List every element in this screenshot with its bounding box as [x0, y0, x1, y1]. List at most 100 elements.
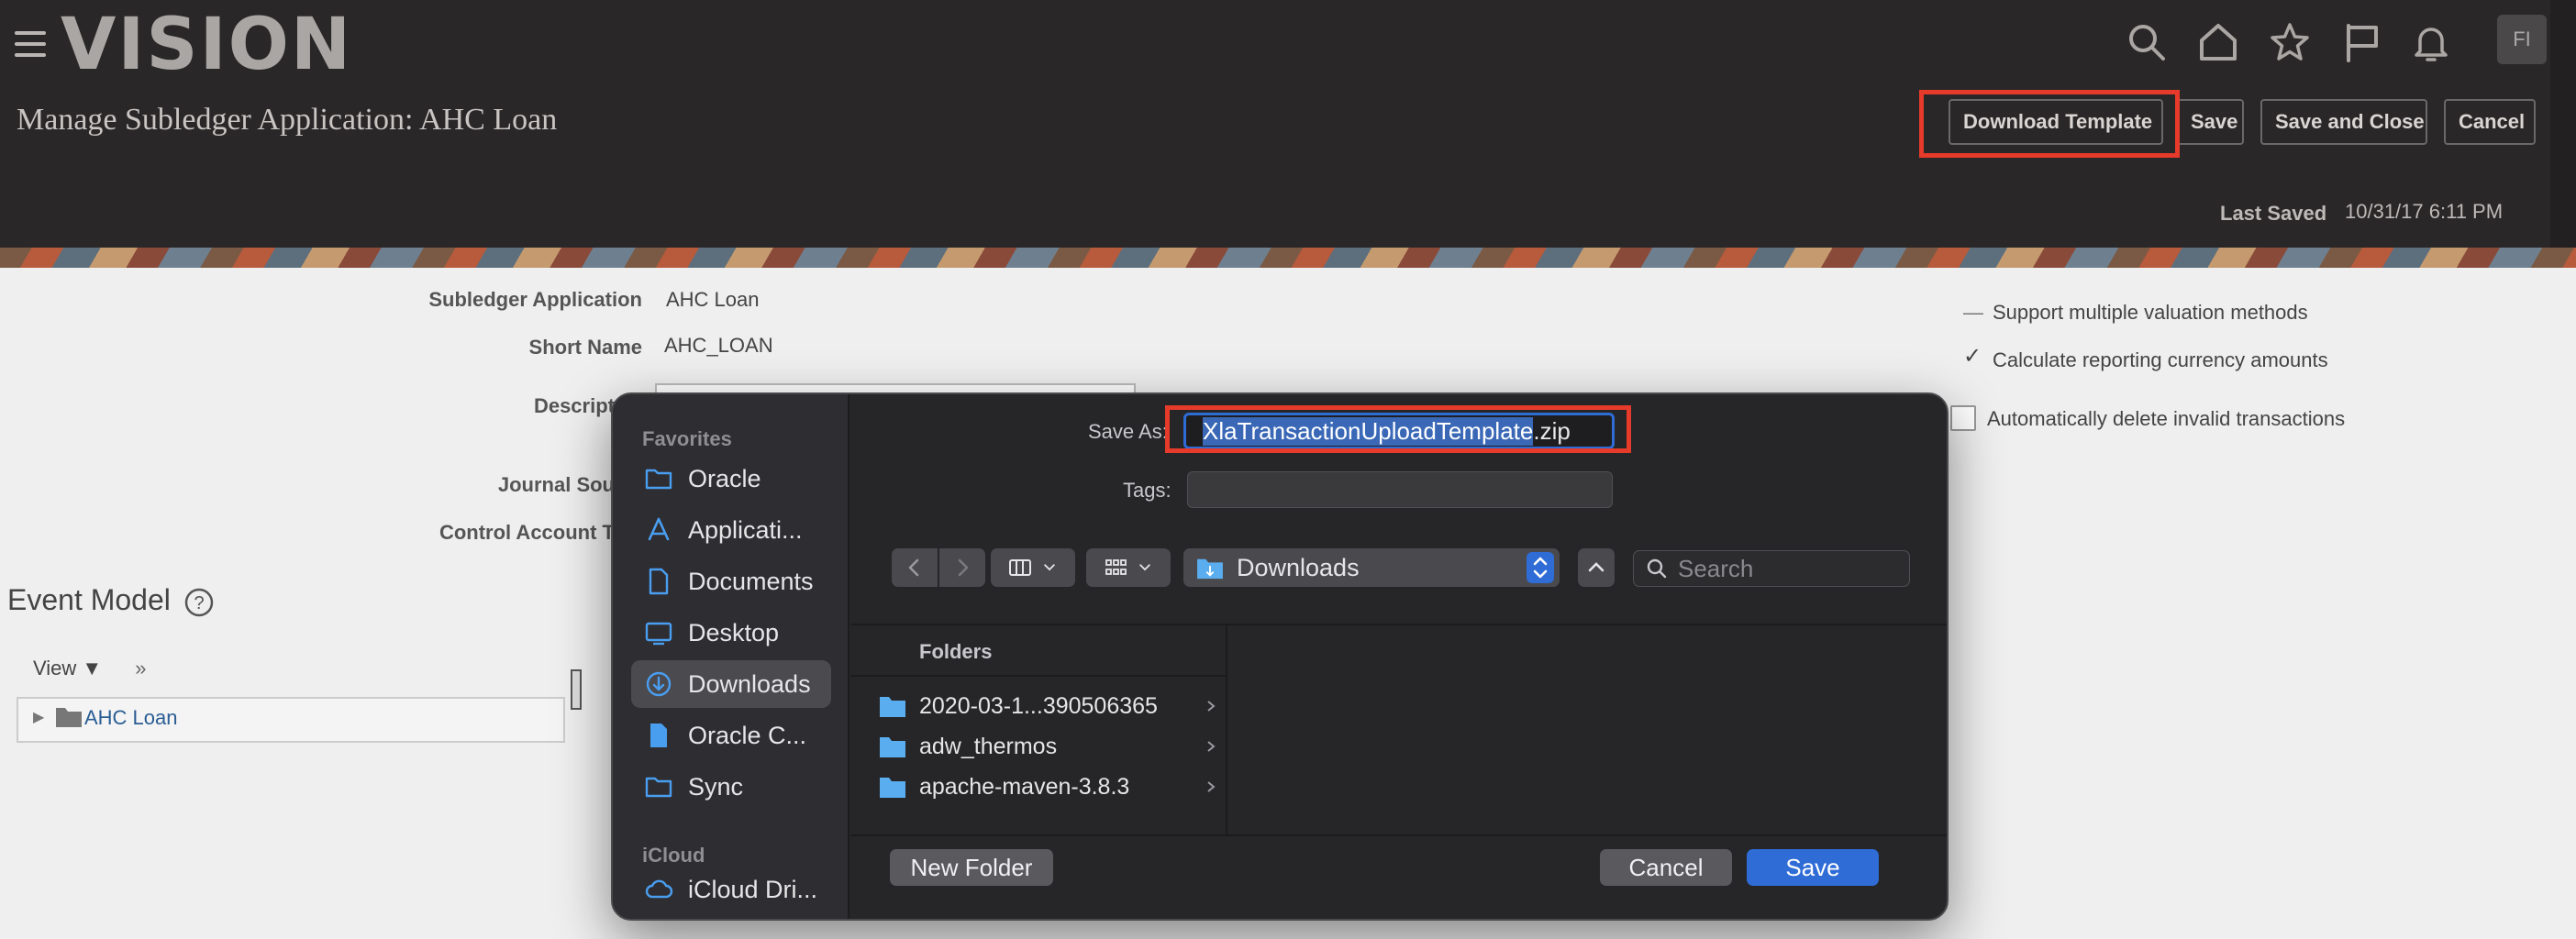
chevron-up-icon	[1588, 562, 1604, 572]
downloads-folder-icon	[1197, 558, 1223, 580]
svg-text:?: ?	[194, 593, 204, 613]
sidebar-item-icloud-drive[interactable]: iCloud Dri...	[631, 866, 831, 913]
vision-logo[interactable]: VISION	[61, 4, 352, 86]
short-name-label: Short Name	[528, 336, 642, 359]
save-button[interactable]: Save	[2176, 99, 2244, 145]
view-menu-label: View	[33, 657, 77, 679]
sidebar-item-applications[interactable]: Applicati...	[631, 506, 831, 554]
help-icon[interactable]: ?	[183, 587, 215, 618]
event-model-title: Event Model	[7, 583, 171, 616]
download-template-highlight	[1919, 90, 2180, 158]
tags-input[interactable]	[1187, 471, 1613, 508]
tree-node-ahc-loan[interactable]: AHC Loan	[84, 706, 178, 730]
cloud-icon	[645, 879, 673, 899]
user-avatar[interactable]: FI	[2497, 15, 2547, 64]
desktop-icon	[645, 622, 672, 646]
download-icon	[646, 671, 672, 697]
folder-icon	[645, 777, 672, 798]
chevron-down-icon	[1139, 564, 1150, 571]
dialog-cancel-button[interactable]: Cancel	[1600, 849, 1732, 886]
folder-row[interactable]: apache-maven-3.8.3	[879, 768, 1218, 805]
grid-icon	[1105, 559, 1127, 575]
collapse-dialog-button[interactable]	[1578, 548, 1615, 587]
page-title: Manage Subledger Application: AHC Loan	[17, 103, 558, 137]
chevron-down-icon	[1044, 564, 1055, 571]
folders-header: Folders	[919, 640, 993, 663]
folders-header-divider	[851, 675, 1227, 677]
save-as-highlight	[1165, 405, 1631, 453]
favorites-header: Favorites	[642, 427, 732, 450]
favorites-star-icon[interactable]	[2268, 20, 2312, 64]
folder-icon	[880, 778, 905, 798]
calculate-reporting-currency-label: Calculate reporting currency amounts	[1993, 348, 2328, 371]
chevron-left-icon	[908, 558, 919, 577]
description-label: Descript	[533, 394, 615, 417]
app-header: VISION FI Manage Subledger Application: …	[0, 0, 2576, 248]
cancel-button[interactable]: Cancel	[2444, 99, 2536, 145]
notifications-bell-icon[interactable]	[2409, 20, 2453, 64]
tags-label: Tags:	[1123, 479, 1171, 502]
last-saved-value: 10/31/17 6:11 PM	[2345, 200, 2504, 223]
folder-icon	[880, 697, 905, 717]
file-icon	[650, 724, 667, 747]
support-multiple-valuation-dash: —	[1963, 301, 1983, 324]
sidebar-item-desktop[interactable]: Desktop	[631, 609, 831, 657]
flag-icon[interactable]	[2339, 20, 2383, 64]
columns-view-icon	[1009, 559, 1031, 576]
new-folder-button[interactable]: New Folder	[890, 849, 1053, 886]
folder-name: apache-maven-3.8.3	[919, 773, 1130, 800]
folder-name: 2020-03-1...390506365	[919, 692, 1158, 719]
sidebar-item-oracle-cloud[interactable]: Oracle C...	[631, 712, 831, 759]
header-edge	[2550, 0, 2576, 248]
chevron-right-icon	[1207, 781, 1216, 792]
document-icon	[649, 568, 669, 595]
dialog-sidebar: Favorites Oracle Applicati... Documents …	[613, 394, 849, 919]
chevron-right-icon	[1207, 741, 1216, 752]
icloud-header: iCloud	[642, 844, 705, 867]
subledger-application-value: AHC Loan	[666, 288, 760, 311]
auto-delete-invalid-label: Automatically delete invalid transaction…	[1987, 407, 2346, 430]
save-dialog: Favorites Oracle Applicati... Documents …	[611, 392, 1949, 921]
forward-button[interactable]	[939, 548, 985, 587]
sidebar-item-oracle[interactable]: Oracle	[631, 455, 831, 503]
dialog-footer-divider	[851, 834, 1947, 836]
sidebar-item-documents[interactable]: Documents	[631, 558, 831, 605]
panel-splitter-handle[interactable]	[571, 669, 582, 710]
updown-chevron-icon	[1527, 552, 1554, 583]
short-name-value: AHC_LOAN	[664, 334, 773, 357]
applications-icon	[648, 517, 670, 541]
sidebar-item-sync[interactable]: Sync	[631, 763, 831, 811]
search-placeholder: Search	[1678, 554, 1754, 582]
view-columns-button[interactable]	[991, 548, 1075, 587]
folder-row[interactable]: adw_thermos	[879, 728, 1218, 765]
chevron-right-icon	[1207, 701, 1216, 712]
home-icon[interactable]	[2196, 20, 2240, 64]
support-multiple-valuation-label: Support multiple valuation methods	[1993, 301, 2308, 324]
folder-name: adw_thermos	[919, 733, 1058, 759]
location-label: Downloads	[1237, 553, 1360, 581]
last-saved-label: Last Saved	[2220, 202, 2327, 225]
back-button[interactable]	[892, 548, 938, 587]
journal-source-label: Journal Sou	[497, 473, 615, 496]
folder-row[interactable]: 2020-03-1...390506365	[879, 688, 1218, 724]
control-account-type-label: Control Account T	[439, 521, 615, 544]
subledger-application-label: Subledger Application	[428, 288, 642, 311]
group-by-button[interactable]	[1086, 548, 1171, 587]
chevron-right-icon	[958, 558, 969, 577]
folder-icon	[880, 737, 905, 757]
dropdown-arrow-icon: ▼	[82, 657, 103, 679]
search-input[interactable]: Search	[1633, 550, 1910, 587]
save-and-close-button[interactable]: Save and Close	[2260, 99, 2427, 145]
location-popup[interactable]: Downloads	[1183, 548, 1560, 587]
menu-icon[interactable]	[15, 31, 46, 57]
sidebar-item-downloads[interactable]: Downloads	[631, 660, 831, 708]
search-icon[interactable]	[2125, 20, 2169, 64]
folder-icon	[645, 469, 672, 490]
tree-expand-icon[interactable]: ▶	[33, 708, 44, 726]
dialog-save-button[interactable]: Save	[1747, 849, 1879, 886]
search-icon	[1647, 558, 1667, 579]
view-menu[interactable]: View ▼ »	[33, 657, 146, 680]
auto-delete-invalid-checkbox[interactable]	[1950, 405, 1976, 431]
expand-more-icon[interactable]: »	[135, 657, 146, 679]
checkmark-icon: ✓	[1963, 344, 1982, 369]
